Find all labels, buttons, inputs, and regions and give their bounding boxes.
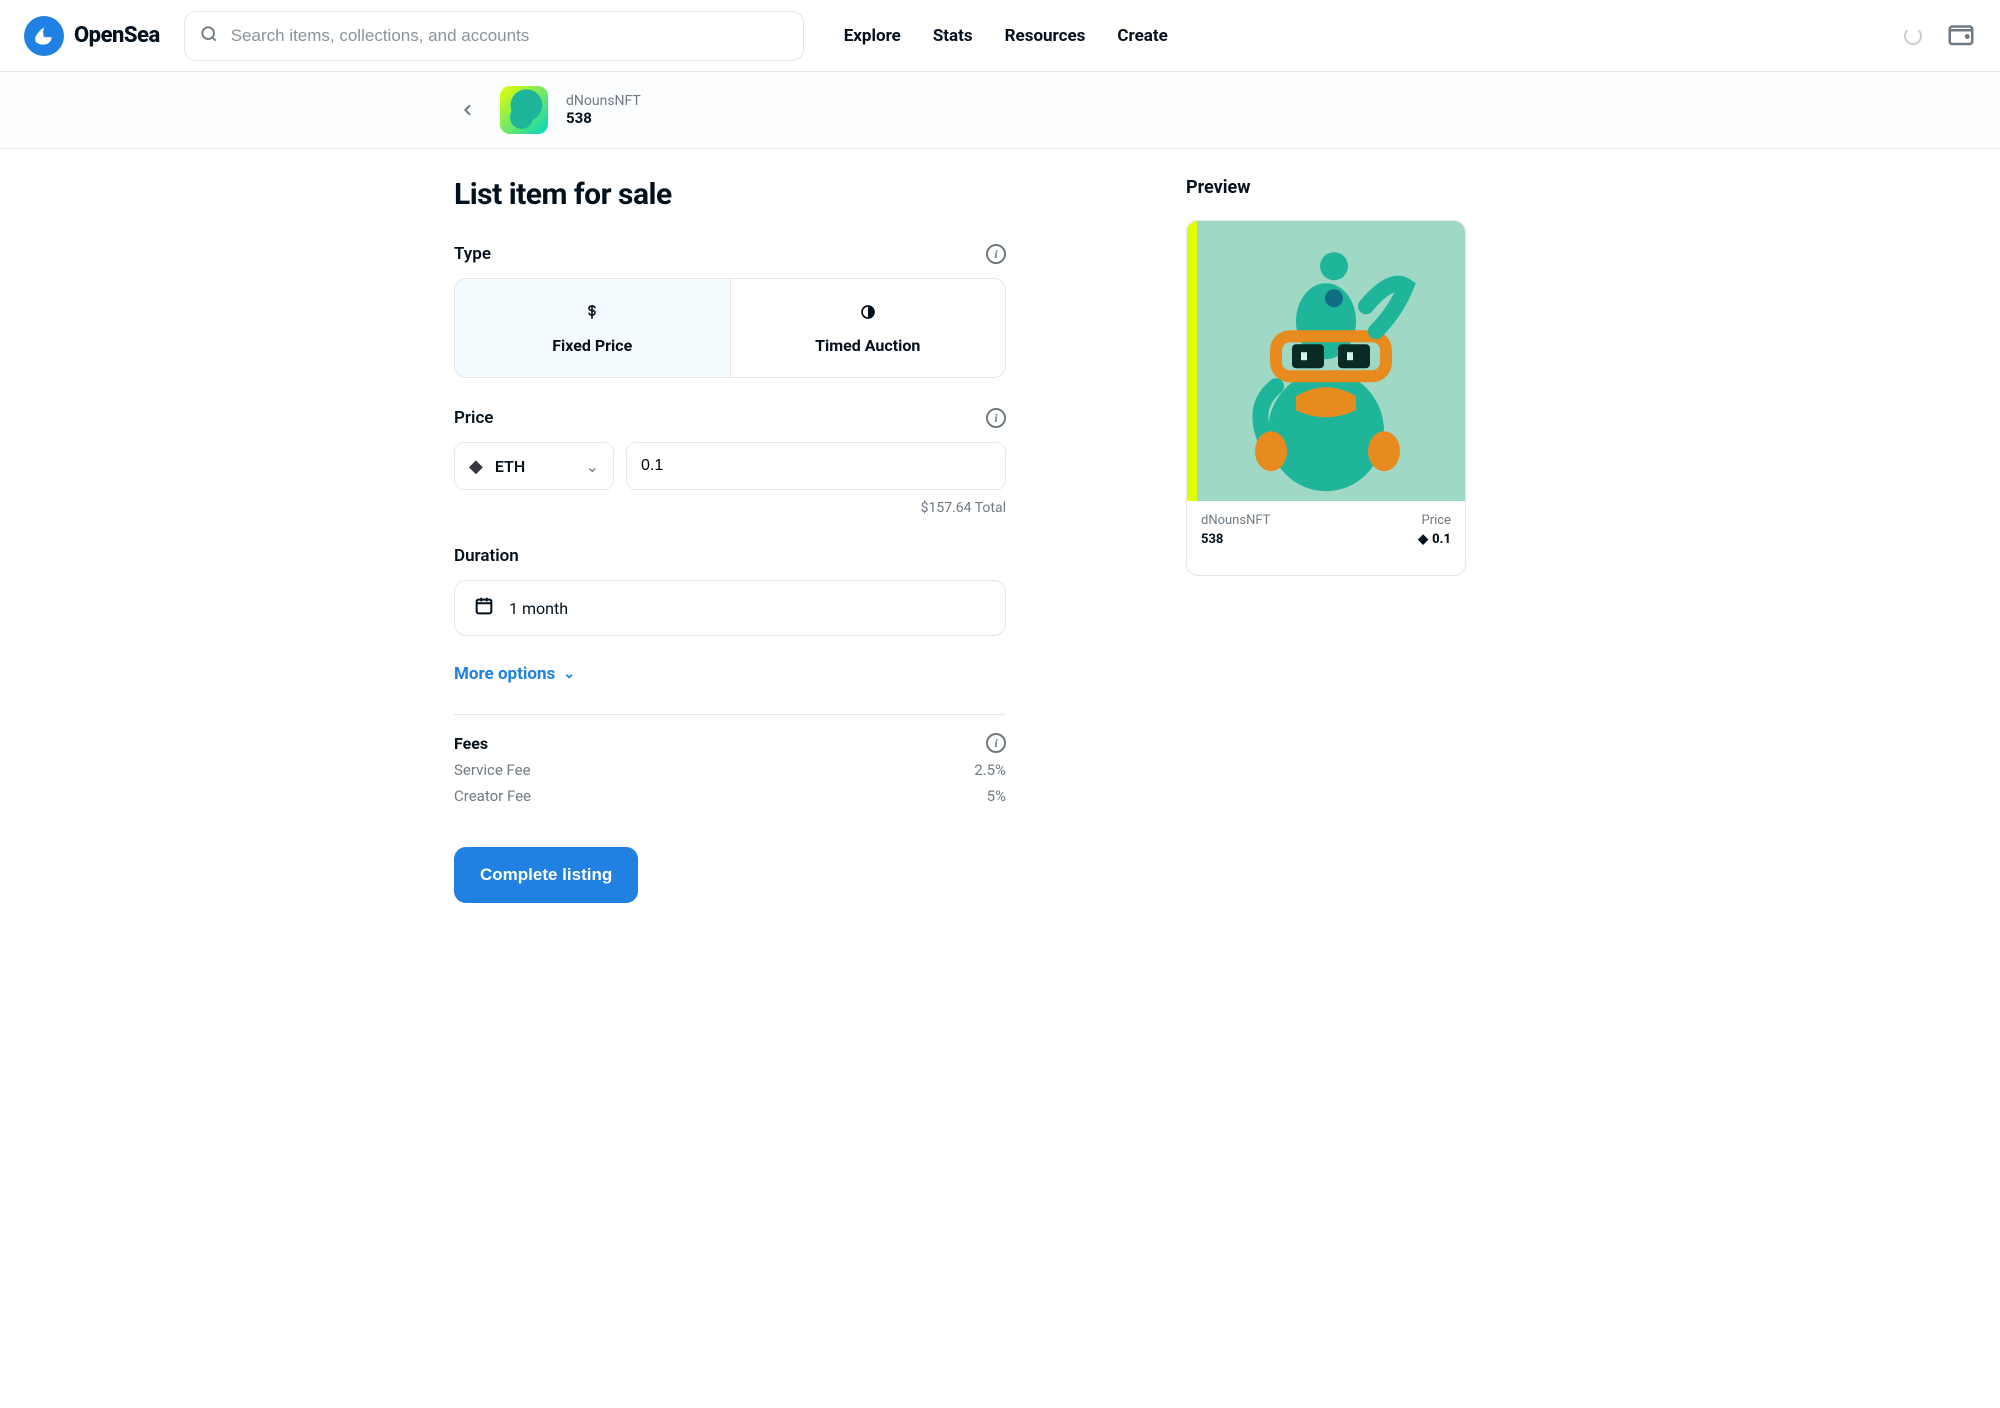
loading-icon — [1904, 27, 1922, 45]
price-info-icon[interactable]: i — [986, 408, 1006, 428]
type-option-auction[interactable]: Timed Auction — [731, 279, 1006, 377]
dollar-icon — [583, 302, 601, 326]
preview-panel: Preview — [1186, 177, 1546, 903]
preview-card[interactable]: dNounsNFT 538 Price ◆ 0.1 — [1186, 220, 1466, 576]
search-input[interactable] — [231, 26, 789, 46]
nav-explore[interactable]: Explore — [844, 26, 901, 46]
nav-create[interactable]: Create — [1117, 26, 1167, 46]
chevron-down-icon: ⌄ — [586, 457, 599, 476]
preview-price-label: Price — [1418, 513, 1451, 528]
wallet-icon[interactable] — [1946, 19, 1976, 53]
type-label: Type — [454, 244, 491, 264]
item-header-bar: dNounsNFT 538 — [0, 72, 2000, 149]
nav-links: Explore Stats Resources Create — [844, 26, 1168, 46]
type-auction-label: Timed Auction — [815, 336, 920, 355]
duration-select[interactable]: 1 month — [454, 580, 1006, 636]
preview-price-value: 0.1 — [1432, 532, 1451, 547]
preview-artwork — [1187, 221, 1465, 501]
more-options-toggle[interactable]: More options ⌄ — [454, 664, 1006, 684]
brand[interactable]: OpenSea — [24, 16, 160, 56]
more-options-label: More options — [454, 664, 555, 684]
brand-name: OpenSea — [74, 23, 160, 48]
price-label: Price — [454, 408, 493, 428]
separator — [454, 714, 1006, 715]
opensea-logo-icon — [24, 16, 64, 56]
back-button[interactable] — [454, 96, 482, 124]
timer-icon — [859, 302, 877, 326]
chevron-down-icon: ⌄ — [563, 666, 575, 682]
creator-fee-label: Creator Fee — [454, 787, 531, 805]
nav-right — [1904, 19, 1976, 53]
preview-token-id: 538 — [1201, 532, 1270, 547]
collection-name[interactable]: dNounsNFT — [566, 93, 641, 109]
nav-resources[interactable]: Resources — [1005, 26, 1086, 46]
search-icon — [199, 24, 219, 48]
complete-listing-button[interactable]: Complete listing — [454, 847, 638, 903]
fees-label: Fees — [454, 734, 488, 753]
type-toggle: Fixed Price Timed Auction — [454, 278, 1006, 378]
item-meta: dNounsNFT 538 — [566, 93, 641, 127]
type-fixed-label: Fixed Price — [552, 336, 632, 355]
page-title: List item for sale — [454, 177, 1006, 212]
currency-symbol: ETH — [495, 457, 525, 476]
duration-label: Duration — [454, 546, 519, 566]
usd-total: $157.64 Total — [454, 500, 1006, 516]
service-fee-value: 2.5% — [974, 761, 1006, 779]
fees-info-icon[interactable]: i — [986, 733, 1006, 753]
type-option-fixed[interactable]: Fixed Price — [455, 279, 731, 377]
preview-collection: dNounsNFT — [1201, 513, 1270, 528]
creator-fee-value: 5% — [987, 787, 1006, 805]
eth-icon: ◆ — [469, 456, 483, 477]
top-nav: OpenSea Explore Stats Resources Create — [0, 0, 2000, 72]
preview-title: Preview — [1186, 177, 1546, 198]
service-fee-label: Service Fee — [454, 761, 531, 779]
listing-form: List item for sale Type i Fixed Price Ti… — [454, 177, 1006, 903]
calendar-icon — [473, 595, 495, 621]
price-input[interactable] — [626, 442, 1006, 490]
type-info-icon[interactable]: i — [986, 244, 1006, 264]
currency-select[interactable]: ◆ ETH ⌄ — [454, 442, 614, 490]
eth-icon: ◆ — [1418, 532, 1428, 547]
duration-value: 1 month — [509, 599, 568, 618]
nav-stats[interactable]: Stats — [933, 26, 973, 46]
token-id: 538 — [566, 109, 641, 127]
item-thumbnail[interactable] — [500, 86, 548, 134]
search-bar[interactable] — [184, 11, 804, 61]
